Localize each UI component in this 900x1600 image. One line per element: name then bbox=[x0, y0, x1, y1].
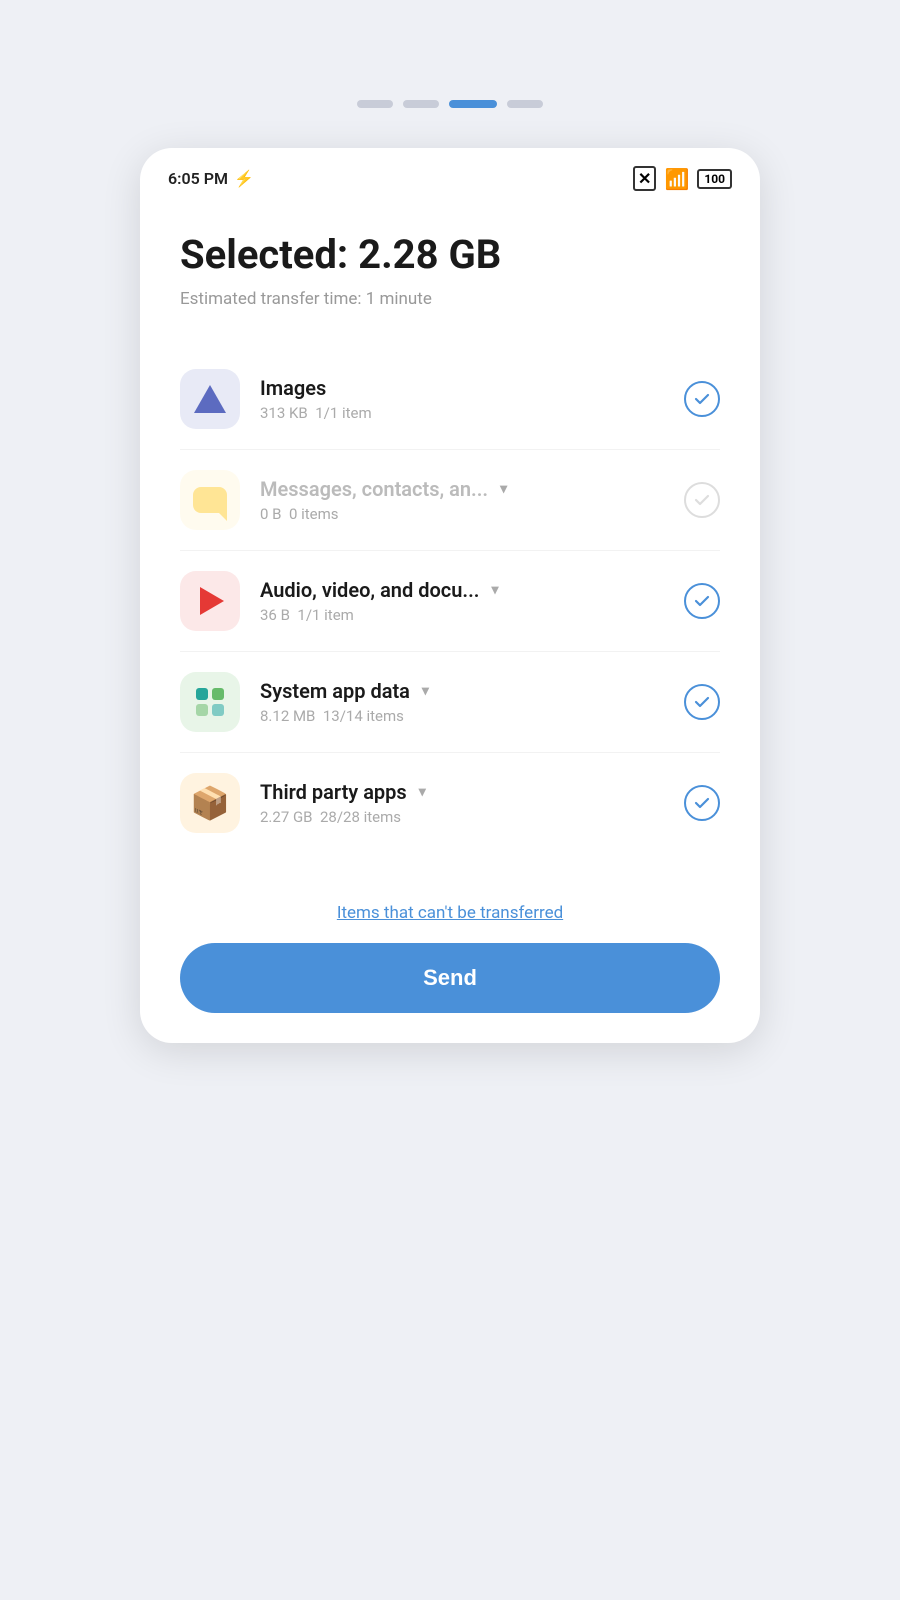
page-indicators bbox=[357, 100, 543, 108]
messages-dropdown-icon: ▾ bbox=[500, 481, 507, 497]
content-area: Selected: 2.28 GB Estimated transfer tim… bbox=[140, 201, 760, 883]
third-party-check[interactable] bbox=[684, 785, 720, 821]
bolt-icon: ⚡ bbox=[234, 169, 254, 188]
audio-meta: 36 B 1/1 item bbox=[260, 606, 684, 624]
images-check[interactable] bbox=[684, 381, 720, 417]
audio-icon bbox=[180, 571, 240, 631]
cant-transfer-link[interactable]: Items that can't be transferred bbox=[337, 903, 563, 923]
list-item[interactable]: Images 313 KB 1/1 item bbox=[180, 349, 720, 450]
images-meta: 313 KB 1/1 item bbox=[260, 404, 684, 422]
status-bar: 6:05 PM ⚡ ✕ 📶 100 bbox=[140, 148, 760, 201]
system-dropdown-icon: ▾ bbox=[422, 683, 429, 699]
battery-icon: 100 bbox=[697, 169, 732, 189]
images-name: Images bbox=[260, 376, 684, 400]
time-text: 6:05 PM bbox=[168, 169, 228, 188]
system-meta: 8.12 MB 13/14 items bbox=[260, 707, 684, 725]
system-text: System app data ▾ 8.12 MB 13/14 items bbox=[260, 679, 684, 725]
images-icon bbox=[180, 369, 240, 429]
audio-dropdown-icon: ▾ bbox=[491, 582, 498, 598]
send-button[interactable]: Send bbox=[180, 943, 720, 1013]
indicator-dot-2[interactable] bbox=[403, 100, 439, 108]
list-item[interactable]: Audio, video, and docu... ▾ 36 B 1/1 ite… bbox=[180, 551, 720, 652]
status-icons: ✕ 📶 100 bbox=[633, 166, 732, 191]
system-icon bbox=[180, 672, 240, 732]
third-party-icon: 📦 bbox=[180, 773, 240, 833]
messages-name: Messages, contacts, an... ▾ bbox=[260, 477, 684, 501]
list-item[interactable]: 📦 Third party apps ▾ 2.27 GB 28/28 items bbox=[180, 753, 720, 853]
status-time: 6:05 PM ⚡ bbox=[168, 169, 254, 188]
messages-meta: 0 B 0 items bbox=[260, 505, 684, 523]
third-party-text: Third party apps ▾ 2.27 GB 28/28 items bbox=[260, 780, 684, 826]
images-text: Images 313 KB 1/1 item bbox=[260, 376, 684, 422]
indicator-dot-4[interactable] bbox=[507, 100, 543, 108]
cube-emoji: 📦 bbox=[190, 784, 230, 822]
messages-icon bbox=[180, 470, 240, 530]
system-name: System app data ▾ bbox=[260, 679, 684, 703]
estimated-time: Estimated transfer time: 1 minute bbox=[180, 289, 720, 309]
audio-name: Audio, video, and docu... ▾ bbox=[260, 578, 684, 602]
indicator-dot-3[interactable] bbox=[449, 100, 497, 108]
messages-check[interactable] bbox=[684, 482, 720, 518]
phone-frame: 6:05 PM ⚡ ✕ 📶 100 Selected: 2.28 GB Esti… bbox=[140, 148, 760, 1043]
wifi-icon: 📶 bbox=[664, 167, 689, 191]
third-party-meta: 2.27 GB 28/28 items bbox=[260, 808, 684, 826]
indicator-dot-1[interactable] bbox=[357, 100, 393, 108]
messages-text: Messages, contacts, an... ▾ 0 B 0 items bbox=[260, 477, 684, 523]
audio-check[interactable] bbox=[684, 583, 720, 619]
list-item[interactable]: System app data ▾ 8.12 MB 13/14 items bbox=[180, 652, 720, 753]
screen-icon: ✕ bbox=[633, 166, 656, 191]
bottom-area: Items that can't be transferred Send bbox=[140, 883, 760, 1043]
item-list: Images 313 KB 1/1 item bbox=[180, 349, 720, 853]
third-party-dropdown-icon: ▾ bbox=[419, 784, 426, 800]
list-item[interactable]: Messages, contacts, an... ▾ 0 B 0 items bbox=[180, 450, 720, 551]
system-check[interactable] bbox=[684, 684, 720, 720]
selected-title: Selected: 2.28 GB bbox=[180, 231, 720, 279]
third-party-name: Third party apps ▾ bbox=[260, 780, 684, 804]
audio-text: Audio, video, and docu... ▾ 36 B 1/1 ite… bbox=[260, 578, 684, 624]
